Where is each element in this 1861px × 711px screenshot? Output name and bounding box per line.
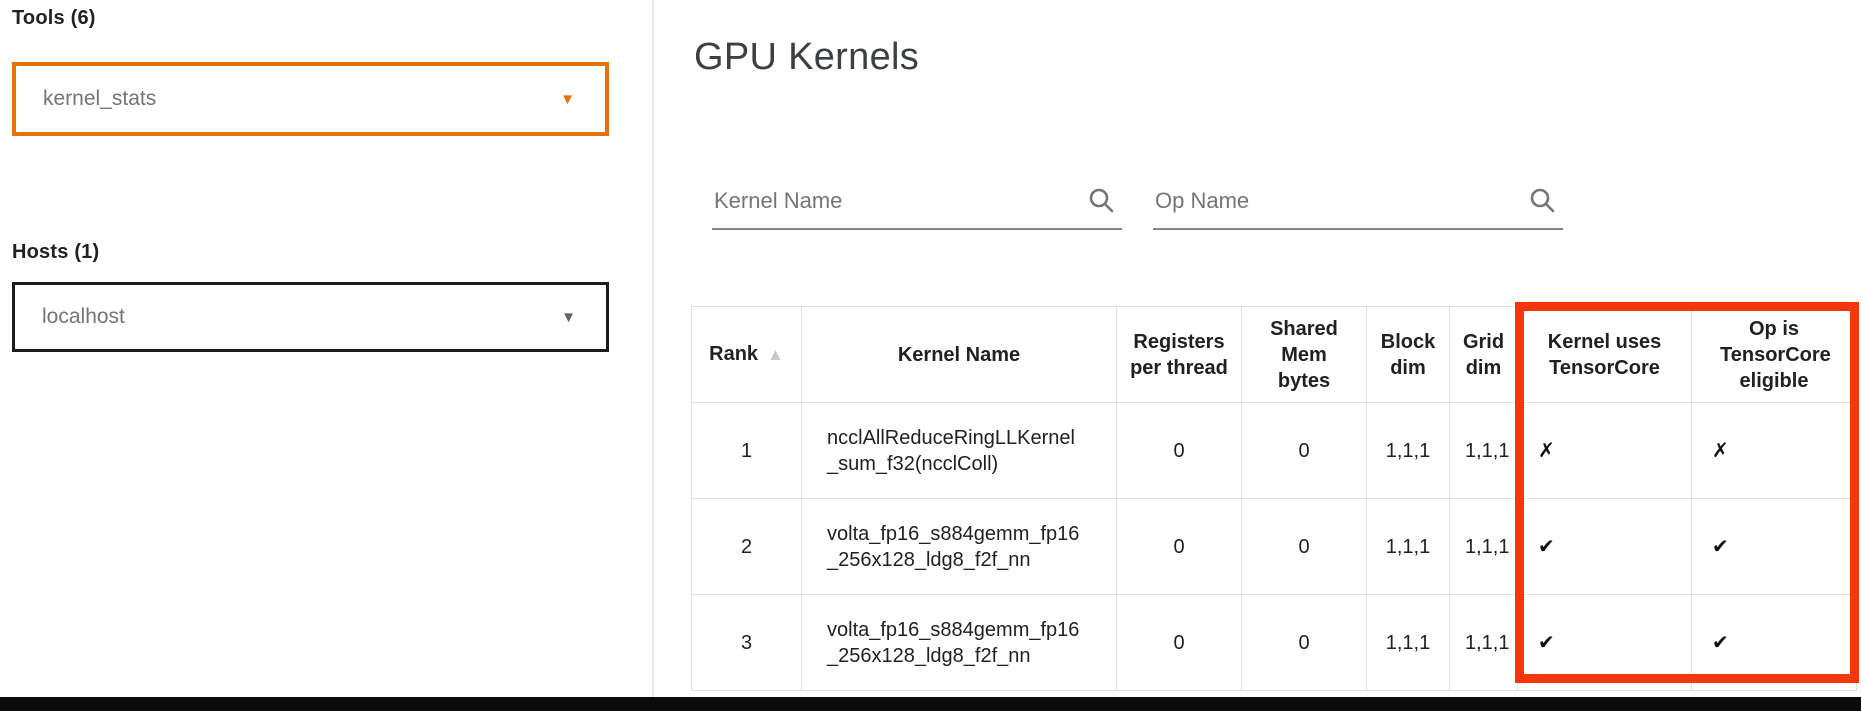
cell-kernel-uses-tensorcore: ✔ bbox=[1518, 595, 1692, 691]
column-header-registers-per-thread[interactable]: Registers per thread bbox=[1117, 307, 1242, 403]
table-row: 3 volta_fp16_s884gemm_fp16_256x128_ldg8_… bbox=[692, 595, 1857, 691]
op-name-filter bbox=[1153, 170, 1563, 230]
cell-rank: 1 bbox=[692, 403, 802, 499]
cell-kernel-uses-tensorcore: ✔ bbox=[1518, 499, 1692, 595]
cell-shared-mem-bytes: 0 bbox=[1242, 499, 1367, 595]
cell-registers-per-thread: 0 bbox=[1117, 403, 1242, 499]
search-icon[interactable] bbox=[1086, 186, 1116, 216]
cross-mark-icon: ✗ bbox=[1538, 438, 1555, 462]
tools-selected-value: kernel_stats bbox=[43, 87, 156, 111]
tools-select[interactable]: kernel_stats ▼ bbox=[12, 62, 609, 136]
check-mark-icon: ✔ bbox=[1712, 534, 1729, 558]
search-icon[interactable] bbox=[1527, 186, 1557, 216]
column-header-block-dim[interactable]: Block dim bbox=[1367, 307, 1450, 403]
column-header-kernel-name[interactable]: Kernel Name bbox=[802, 307, 1117, 403]
hosts-select[interactable]: localhost ▼ bbox=[12, 282, 609, 352]
column-header-op-is-tensorcore-eligible[interactable]: Op is TensorCore eligible bbox=[1692, 307, 1857, 403]
gpu-kernels-table: Rank▲ Kernel Name Registers per thread S… bbox=[691, 306, 1857, 691]
page-title: GPU Kernels bbox=[694, 36, 919, 79]
cell-op-is-tensorcore-eligible: ✔ bbox=[1692, 499, 1857, 595]
cell-shared-mem-bytes: 0 bbox=[1242, 403, 1367, 499]
cell-block-dim: 1,1,1 bbox=[1367, 595, 1450, 691]
panel-divider bbox=[652, 0, 654, 697]
column-header-grid-dim[interactable]: Grid dim bbox=[1450, 307, 1518, 403]
kernel-name-filter bbox=[712, 170, 1122, 230]
table-row: 1 ncclAllReduceRingLLKernel_sum_f32(nccl… bbox=[692, 403, 1857, 499]
cell-op-is-tensorcore-eligible: ✗ bbox=[1692, 403, 1857, 499]
cell-kernel-uses-tensorcore: ✗ bbox=[1518, 403, 1692, 499]
check-mark-icon: ✔ bbox=[1712, 630, 1729, 654]
cell-grid-dim: 1,1,1 bbox=[1450, 499, 1518, 595]
cell-registers-per-thread: 0 bbox=[1117, 595, 1242, 691]
table-header-row: Rank▲ Kernel Name Registers per thread S… bbox=[692, 307, 1857, 403]
op-name-input[interactable] bbox=[1153, 170, 1508, 228]
chevron-down-icon: ▼ bbox=[560, 92, 575, 107]
tools-label: Tools (6) bbox=[12, 7, 96, 30]
check-mark-icon: ✔ bbox=[1538, 630, 1555, 654]
cell-kernel-name: volta_fp16_s884gemm_fp16_256x128_ldg8_f2… bbox=[802, 595, 1117, 691]
cell-grid-dim: 1,1,1 bbox=[1450, 595, 1518, 691]
profiler-screen: Tools (6) kernel_stats ▼ Hosts (1) local… bbox=[0, 0, 1861, 711]
cell-block-dim: 1,1,1 bbox=[1367, 499, 1450, 595]
cell-kernel-name: volta_fp16_s884gemm_fp16_256x128_ldg8_f2… bbox=[802, 499, 1117, 595]
cell-shared-mem-bytes: 0 bbox=[1242, 595, 1367, 691]
cell-registers-per-thread: 0 bbox=[1117, 499, 1242, 595]
table-row: 2 volta_fp16_s884gemm_fp16_256x128_ldg8_… bbox=[692, 499, 1857, 595]
cell-block-dim: 1,1,1 bbox=[1367, 403, 1450, 499]
kernel-name-input[interactable] bbox=[712, 170, 1067, 228]
cell-op-is-tensorcore-eligible: ✔ bbox=[1692, 595, 1857, 691]
column-header-shared-mem-bytes[interactable]: Shared Mem bytes bbox=[1242, 307, 1367, 403]
chevron-down-icon: ▼ bbox=[561, 310, 576, 325]
window-bottom-edge bbox=[0, 697, 1861, 711]
hosts-label: Hosts (1) bbox=[12, 241, 99, 264]
sort-ascending-icon: ▲ bbox=[767, 345, 784, 364]
cell-rank: 2 bbox=[692, 499, 802, 595]
cell-kernel-name: ncclAllReduceRingLLKernel_sum_f32(ncclCo… bbox=[802, 403, 1117, 499]
column-header-rank[interactable]: Rank▲ bbox=[692, 307, 802, 403]
column-header-kernel-uses-tensorcore[interactable]: Kernel uses TensorCore bbox=[1518, 307, 1692, 403]
cross-mark-icon: ✗ bbox=[1712, 438, 1729, 462]
check-mark-icon: ✔ bbox=[1538, 534, 1555, 558]
hosts-selected-value: localhost bbox=[42, 305, 125, 329]
cell-rank: 3 bbox=[692, 595, 802, 691]
cell-grid-dim: 1,1,1 bbox=[1450, 403, 1518, 499]
